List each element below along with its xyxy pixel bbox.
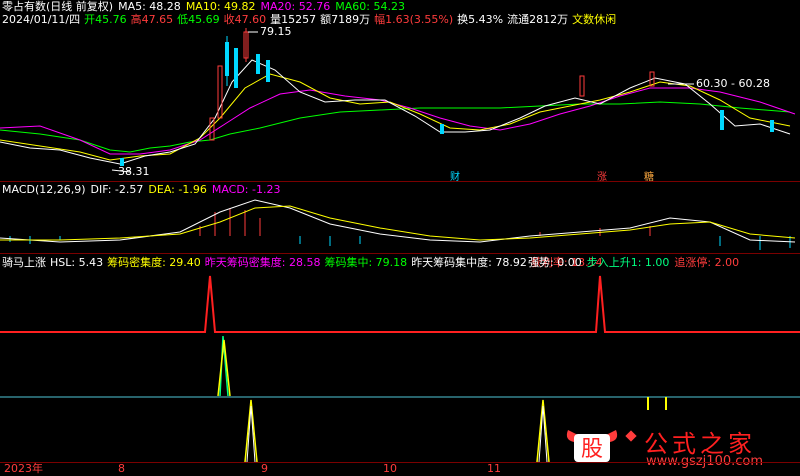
step-up-value: 步入上升1: 1.00 bbox=[586, 256, 670, 269]
watermark-logo: 股 bbox=[562, 424, 622, 464]
svg-text:股: 股 bbox=[581, 437, 603, 462]
time-label-2023: 2023年 bbox=[4, 462, 43, 475]
range-label: 60.30 - 60.28 bbox=[696, 77, 770, 90]
ma60-line bbox=[0, 101, 791, 153]
time-label-10: 10 bbox=[383, 462, 397, 475]
dea-line bbox=[0, 205, 796, 241]
indicator-title: 骑马上涨 bbox=[2, 256, 46, 269]
candle bbox=[256, 54, 260, 74]
bull-logo-icon: 股 bbox=[566, 430, 618, 462]
hsl-value: HSL: 5.43 bbox=[50, 256, 104, 269]
indicator-header: 骑马上涨 HSL: 5.43 筹码密集度: 29.40 昨天筹码密集度: 28.… bbox=[2, 256, 603, 270]
event-marker-sugar[interactable]: 糖 bbox=[644, 171, 654, 185]
candle bbox=[770, 120, 774, 132]
indicator-header-right: 强势: 0.00 步入上升1: 1.00 追涨停: 2.00 bbox=[528, 256, 739, 270]
event-marker-rise[interactable]: 涨 bbox=[597, 171, 607, 185]
chip-density-value: 筹码密集度: 29.40 bbox=[107, 256, 201, 269]
panel-divider bbox=[0, 253, 800, 254]
time-label-9: 9 bbox=[261, 462, 268, 475]
candles bbox=[120, 28, 774, 166]
candle bbox=[234, 48, 238, 88]
candle bbox=[720, 110, 724, 130]
chip-concentration-value: 筹码集中: 79.18 bbox=[324, 256, 408, 269]
macd-header: MACD(12,26,9) DIF: -2.57 DEA: -1.96 MACD… bbox=[2, 183, 280, 197]
time-label-11: 11 bbox=[487, 462, 501, 475]
macd-title: MACD(12,26,9) bbox=[2, 183, 86, 196]
candle bbox=[579, 75, 585, 97]
high-price-label: 79.15 bbox=[260, 25, 292, 38]
ma10-line bbox=[0, 73, 791, 161]
ma20-line bbox=[0, 87, 796, 155]
event-marker-finance[interactable]: 财 bbox=[450, 171, 460, 185]
time-label-8: 8 bbox=[118, 462, 125, 475]
ma5-line bbox=[0, 59, 791, 165]
dif-value: DIF: -2.57 bbox=[90, 183, 144, 196]
candle bbox=[266, 60, 270, 82]
macd-histogram bbox=[9, 208, 791, 250]
prev-chip-density-value: 昨天筹码密集度: 28.58 bbox=[204, 256, 321, 269]
dea-value: DEA: -1.96 bbox=[148, 183, 207, 196]
candle bbox=[440, 124, 444, 134]
price-chart bbox=[0, 28, 800, 463]
chase-limit-value: 追涨停: 2.00 bbox=[674, 256, 740, 269]
prev-chip-concentration-value: 昨天筹码集中度: 78.92 bbox=[411, 256, 527, 269]
macd-value: MACD: -1.23 bbox=[211, 183, 281, 196]
red-signal-line bbox=[0, 275, 800, 333]
dif-line bbox=[0, 199, 796, 243]
strength-value: 强势: 0.00 bbox=[528, 256, 582, 269]
low-price-label: 38.31 bbox=[118, 165, 150, 178]
panel-divider bbox=[0, 181, 800, 182]
